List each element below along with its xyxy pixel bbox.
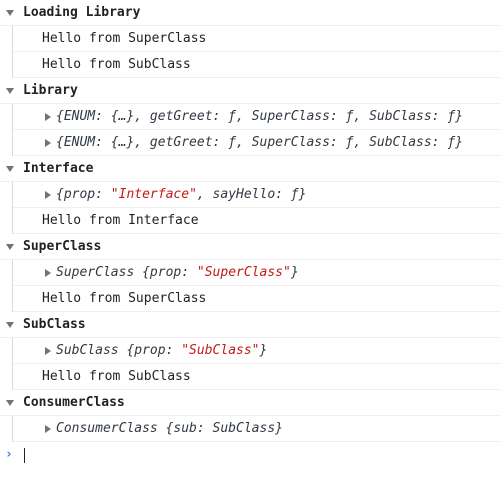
console-group-loading-library: Loading Library Hello from SuperClass He… bbox=[0, 0, 501, 78]
log-message: Hello from SubClass bbox=[13, 364, 501, 390]
expand-object-icon[interactable] bbox=[45, 347, 51, 355]
group-title: Loading Library bbox=[23, 5, 141, 20]
expand-object-icon[interactable] bbox=[45, 269, 51, 277]
expand-object-icon[interactable] bbox=[45, 139, 51, 147]
object-preview[interactable]: {prop: "Interface", sayHello: ƒ} bbox=[13, 182, 501, 208]
console-group-consumerclass: ConsumerClass ConsumerClass {sub: SubCla… bbox=[0, 390, 501, 442]
expand-triangle-icon[interactable] bbox=[6, 244, 14, 250]
log-text: Hello from SuperClass bbox=[42, 31, 207, 46]
group-title: Interface bbox=[23, 161, 94, 176]
object-text-suffix: } bbox=[259, 343, 268, 358]
object-text-prefix: SubClass {prop: bbox=[56, 343, 182, 358]
group-title: ConsumerClass bbox=[23, 395, 125, 410]
log-text: Hello from SubClass bbox=[42, 57, 191, 72]
group-body: Hello from SuperClass Hello from SubClas… bbox=[12, 26, 501, 78]
string-value: "SubClass" bbox=[181, 343, 260, 358]
object-preview[interactable]: SuperClass {prop: "SuperClass"} bbox=[13, 260, 501, 286]
group-title: SubClass bbox=[23, 317, 86, 332]
object-text-prefix: {prop: bbox=[56, 187, 111, 202]
expand-object-icon[interactable] bbox=[45, 425, 51, 433]
expand-triangle-icon[interactable] bbox=[6, 88, 14, 94]
group-header[interactable]: Interface bbox=[0, 156, 501, 182]
log-text: Hello from SubClass bbox=[42, 369, 191, 384]
group-title: SuperClass bbox=[23, 239, 102, 254]
string-value: "Interface" bbox=[110, 187, 197, 202]
group-title: Library bbox=[23, 83, 78, 98]
prompt-chevron-icon: › bbox=[5, 447, 13, 462]
console-group-library: Library {ENUM: {…}, getGreet: ƒ, SuperCl… bbox=[0, 78, 501, 156]
log-message: Hello from SuperClass bbox=[13, 286, 501, 312]
group-header[interactable]: SubClass bbox=[0, 312, 501, 338]
object-text-prefix: SuperClass {prop: bbox=[56, 265, 197, 280]
expand-triangle-icon[interactable] bbox=[6, 322, 14, 328]
text-caret bbox=[24, 448, 25, 463]
console-group-subclass: SubClass SubClass {prop: "SubClass"} Hel… bbox=[0, 312, 501, 390]
group-header[interactable]: Library bbox=[0, 78, 501, 104]
expand-triangle-icon[interactable] bbox=[6, 400, 14, 406]
expand-object-icon[interactable] bbox=[45, 113, 51, 121]
object-text-suffix: , sayHello: ƒ} bbox=[196, 187, 307, 202]
console-panel: Loading Library Hello from SuperClass He… bbox=[0, 0, 501, 468]
object-text: {ENUM: {…}, getGreet: ƒ, SuperClass: ƒ, … bbox=[56, 135, 463, 150]
object-text-suffix: } bbox=[290, 265, 299, 280]
group-header[interactable]: Loading Library bbox=[0, 0, 501, 26]
console-group-interface: Interface {prop: "Interface", sayHello: … bbox=[0, 156, 501, 234]
object-preview[interactable]: {ENUM: {…}, getGreet: ƒ, SuperClass: ƒ, … bbox=[13, 104, 501, 130]
log-message: Hello from SubClass bbox=[13, 52, 501, 78]
group-body: ConsumerClass {sub: SubClass} bbox=[12, 416, 501, 442]
object-preview[interactable]: {ENUM: {…}, getGreet: ƒ, SuperClass: ƒ, … bbox=[13, 130, 501, 156]
group-header[interactable]: SuperClass bbox=[0, 234, 501, 260]
group-body: SubClass {prop: "SubClass"} Hello from S… bbox=[12, 338, 501, 390]
string-value: "SuperClass" bbox=[196, 265, 291, 280]
object-preview[interactable]: SubClass {prop: "SubClass"} bbox=[13, 338, 501, 364]
object-preview[interactable]: ConsumerClass {sub: SubClass} bbox=[13, 416, 501, 442]
group-body: {ENUM: {…}, getGreet: ƒ, SuperClass: ƒ, … bbox=[12, 104, 501, 156]
object-text: ConsumerClass {sub: SubClass} bbox=[56, 421, 283, 436]
expand-triangle-icon[interactable] bbox=[6, 166, 14, 172]
group-body: {prop: "Interface", sayHello: ƒ} Hello f… bbox=[12, 182, 501, 234]
console-group-superclass: SuperClass SuperClass {prop: "SuperClass… bbox=[0, 234, 501, 312]
log-message: Hello from SuperClass bbox=[13, 26, 501, 52]
expand-triangle-icon[interactable] bbox=[6, 10, 14, 16]
expand-object-icon[interactable] bbox=[45, 191, 51, 199]
log-text: Hello from Interface bbox=[42, 213, 199, 228]
group-header[interactable]: ConsumerClass bbox=[0, 390, 501, 416]
object-text: {ENUM: {…}, getGreet: ƒ, SuperClass: ƒ, … bbox=[56, 109, 463, 124]
console-prompt[interactable]: › bbox=[0, 442, 501, 468]
log-message: Hello from Interface bbox=[13, 208, 501, 234]
group-body: SuperClass {prop: "SuperClass"} Hello fr… bbox=[12, 260, 501, 312]
log-text: Hello from SuperClass bbox=[42, 291, 207, 306]
